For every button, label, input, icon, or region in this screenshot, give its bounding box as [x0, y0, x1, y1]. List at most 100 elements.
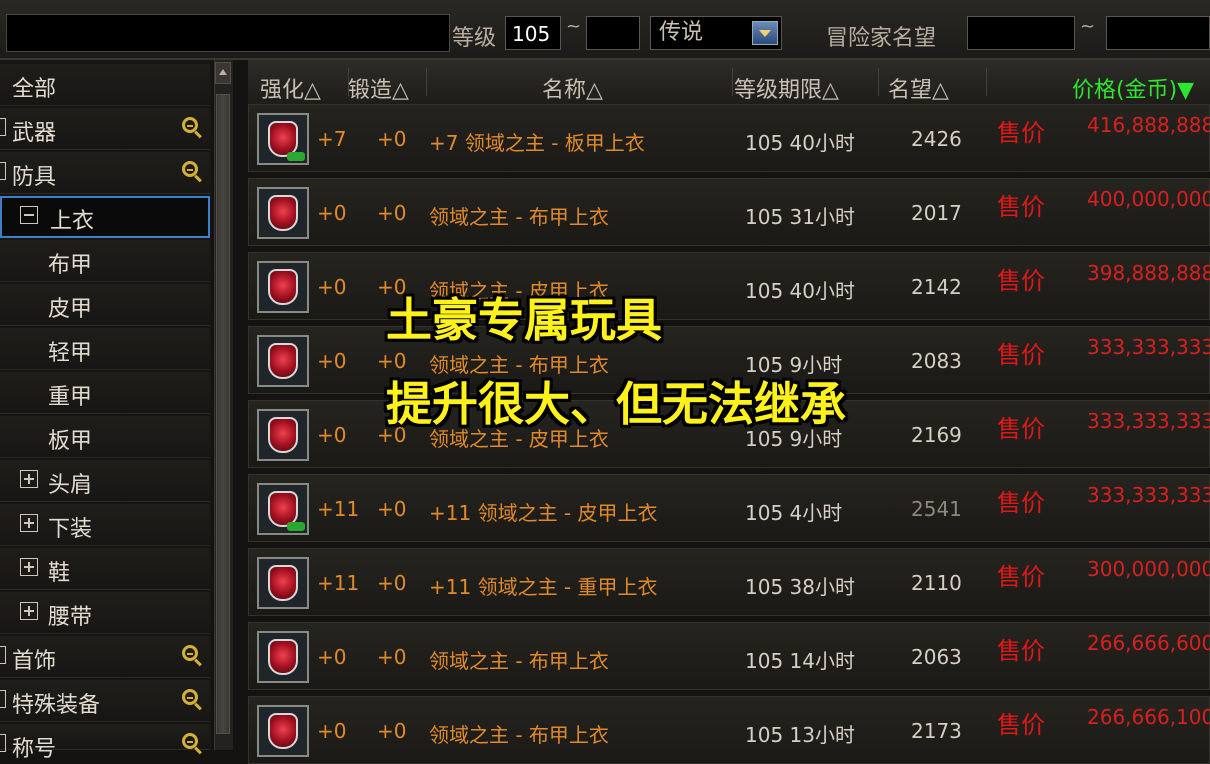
item-name: 领域之主 - 布甲上衣 — [429, 205, 609, 229]
table-row[interactable]: +0 +0 领域之主 - 布甲上衣 105 13小时 2173 售价 266,666,100 — [248, 696, 1210, 764]
filter-bar: 等级 105 ~ 传说 冒险家名望 ~ — [0, 0, 1210, 60]
enhance-value: +0 — [317, 423, 347, 447]
item-name: 领域之主 - 布甲上衣 — [429, 723, 609, 747]
search-input[interactable] — [6, 14, 450, 52]
magnifier-icon[interactable] — [182, 161, 198, 177]
sell-price-label: 售价 — [997, 341, 1045, 369]
category-label: 腰带 — [48, 605, 93, 630]
level-duration: 105 4小时 — [745, 497, 842, 526]
level-max-input[interactable] — [586, 16, 640, 50]
level-duration: 105 40小时 — [745, 127, 855, 156]
category-light[interactable]: 轻甲 — [0, 328, 210, 370]
table-row[interactable]: +7 +0 +7 领域之主 - 板甲上衣 105 40小时 2426 售价 416,888,… — [248, 104, 1210, 172]
category-special[interactable]: 特殊装备 — [0, 680, 210, 722]
fame-value: 2173 — [911, 719, 962, 743]
sidebar-scrollbar[interactable] — [214, 60, 233, 750]
header-divider — [732, 68, 733, 96]
expand-icon[interactable] — [20, 470, 38, 488]
expand-icon[interactable] — [20, 602, 38, 620]
level-min-input[interactable]: 105 — [505, 16, 561, 50]
scroll-thumb[interactable] — [216, 94, 230, 734]
magnifier-icon[interactable] — [182, 645, 198, 661]
table-row[interactable]: +11 +0 +11 领域之主 - 重甲上衣 105 38小时 2110 售价 300,00… — [248, 548, 1210, 616]
category-heavy[interactable]: 重甲 — [0, 372, 210, 414]
magnifier-icon[interactable] — [182, 733, 198, 749]
sort-level-duration-header[interactable]: 等级期限△ — [734, 72, 839, 104]
table-row[interactable]: +11 +0 +11 领域之主 - 皮甲上衣 105 4小时 2541 售价 333,333… — [248, 474, 1210, 542]
category-title[interactable]: 称号 — [0, 724, 210, 762]
item-level: 105 — [745, 501, 784, 525]
sort-name-header[interactable]: 名称△ — [542, 72, 603, 104]
chest-armor-icon[interactable] — [257, 335, 309, 387]
sort-price-header[interactable]: 价格(金币)▼ — [1072, 72, 1194, 104]
item-level: 105 — [745, 205, 784, 229]
magnifier-icon[interactable] — [182, 689, 198, 705]
category-bottom[interactable]: 下装 — [0, 504, 210, 546]
sell-price-label: 售价 — [997, 119, 1045, 147]
armor-graphic — [268, 343, 298, 379]
chest-armor-icon[interactable] — [257, 483, 309, 535]
fame-value: 2110 — [911, 571, 962, 595]
price-value: 333,333,333 — [1087, 483, 1210, 507]
category-cloth[interactable]: 布甲 — [0, 240, 210, 282]
fame-max-input[interactable] — [1106, 16, 1210, 50]
sort-fame-header[interactable]: 名望△ — [888, 72, 949, 104]
sell-price-label: 售价 — [997, 563, 1045, 591]
chest-armor-icon[interactable] — [257, 261, 309, 313]
rarity-select[interactable]: 传说 — [650, 16, 782, 50]
category-shoes[interactable]: 鞋 — [0, 548, 210, 590]
category-shoulder[interactable]: 头肩 — [0, 460, 210, 502]
sell-price-label: 售价 — [997, 267, 1045, 295]
category-plate[interactable]: 板甲 — [0, 416, 210, 458]
fame-value: 2541 — [911, 497, 962, 521]
chest-armor-icon[interactable] — [257, 557, 309, 609]
fame-min-input[interactable] — [967, 16, 1075, 50]
expand-box-icon[interactable] — [0, 646, 6, 664]
price-value: 266,666,100 — [1087, 705, 1210, 729]
magnifier-icon[interactable] — [182, 117, 198, 133]
item-name: +11 领域之主 - 重甲上衣 — [429, 575, 658, 599]
collapse-box-icon[interactable] — [0, 162, 6, 180]
item-duration: 13小时 — [789, 723, 855, 747]
chest-armor-icon[interactable] — [257, 631, 309, 683]
scroll-up-arrow-icon[interactable] — [215, 62, 231, 84]
dropdown-arrow-icon[interactable] — [752, 21, 778, 45]
level-range-tilde: ~ — [566, 16, 582, 37]
fame-value: 2142 — [911, 275, 962, 299]
armor-graphic — [268, 639, 298, 675]
category-label: 轻甲 — [48, 341, 93, 366]
category-jewelry[interactable]: 首饰 — [0, 636, 210, 678]
header-divider — [986, 68, 987, 96]
armor-graphic — [268, 195, 298, 231]
category-top[interactable]: 上衣 — [0, 196, 210, 238]
fame-label: 冒险家名望 — [826, 26, 937, 51]
category-label: 板甲 — [48, 429, 93, 454]
fame-value: 2083 — [911, 349, 962, 373]
expand-box-icon[interactable] — [0, 690, 6, 708]
table-row[interactable]: +0 +0 领域之主 - 布甲上衣 105 31小时 2017 售价 400,000,000 — [248, 178, 1210, 246]
expand-icon[interactable] — [20, 514, 38, 532]
chest-armor-icon[interactable] — [257, 187, 309, 239]
price-value: 333,333,333 — [1087, 335, 1210, 359]
category-armor[interactable]: 防具 — [0, 152, 210, 194]
level-duration: 105 14小时 — [745, 645, 855, 674]
armor-graphic — [268, 269, 298, 305]
collapse-icon[interactable] — [20, 206, 38, 224]
category-leather[interactable]: 皮甲 — [0, 284, 210, 326]
chest-armor-icon[interactable] — [257, 705, 309, 757]
category-weapons[interactable]: 武器 — [0, 108, 210, 150]
expand-box-icon[interactable] — [0, 118, 6, 136]
price-value: 400,000,000 — [1087, 187, 1210, 211]
enhance-badge-icon — [287, 522, 305, 531]
expand-icon[interactable] — [20, 558, 38, 576]
category-all[interactable]: 全部 — [0, 64, 210, 106]
expand-box-icon[interactable] — [0, 734, 6, 752]
enhance-value: +0 — [317, 201, 347, 225]
sort-forge-header[interactable]: 锻造△ — [348, 72, 409, 104]
chest-armor-icon[interactable] — [257, 113, 309, 165]
sort-enhance-header[interactable]: 强化△ — [260, 72, 321, 104]
sell-price-label: 售价 — [997, 415, 1045, 443]
category-belt[interactable]: 腰带 — [0, 592, 210, 634]
table-row[interactable]: +0 +0 领域之主 - 布甲上衣 105 14小时 2063 售价 266,666,600 — [248, 622, 1210, 690]
chest-armor-icon[interactable] — [257, 409, 309, 461]
